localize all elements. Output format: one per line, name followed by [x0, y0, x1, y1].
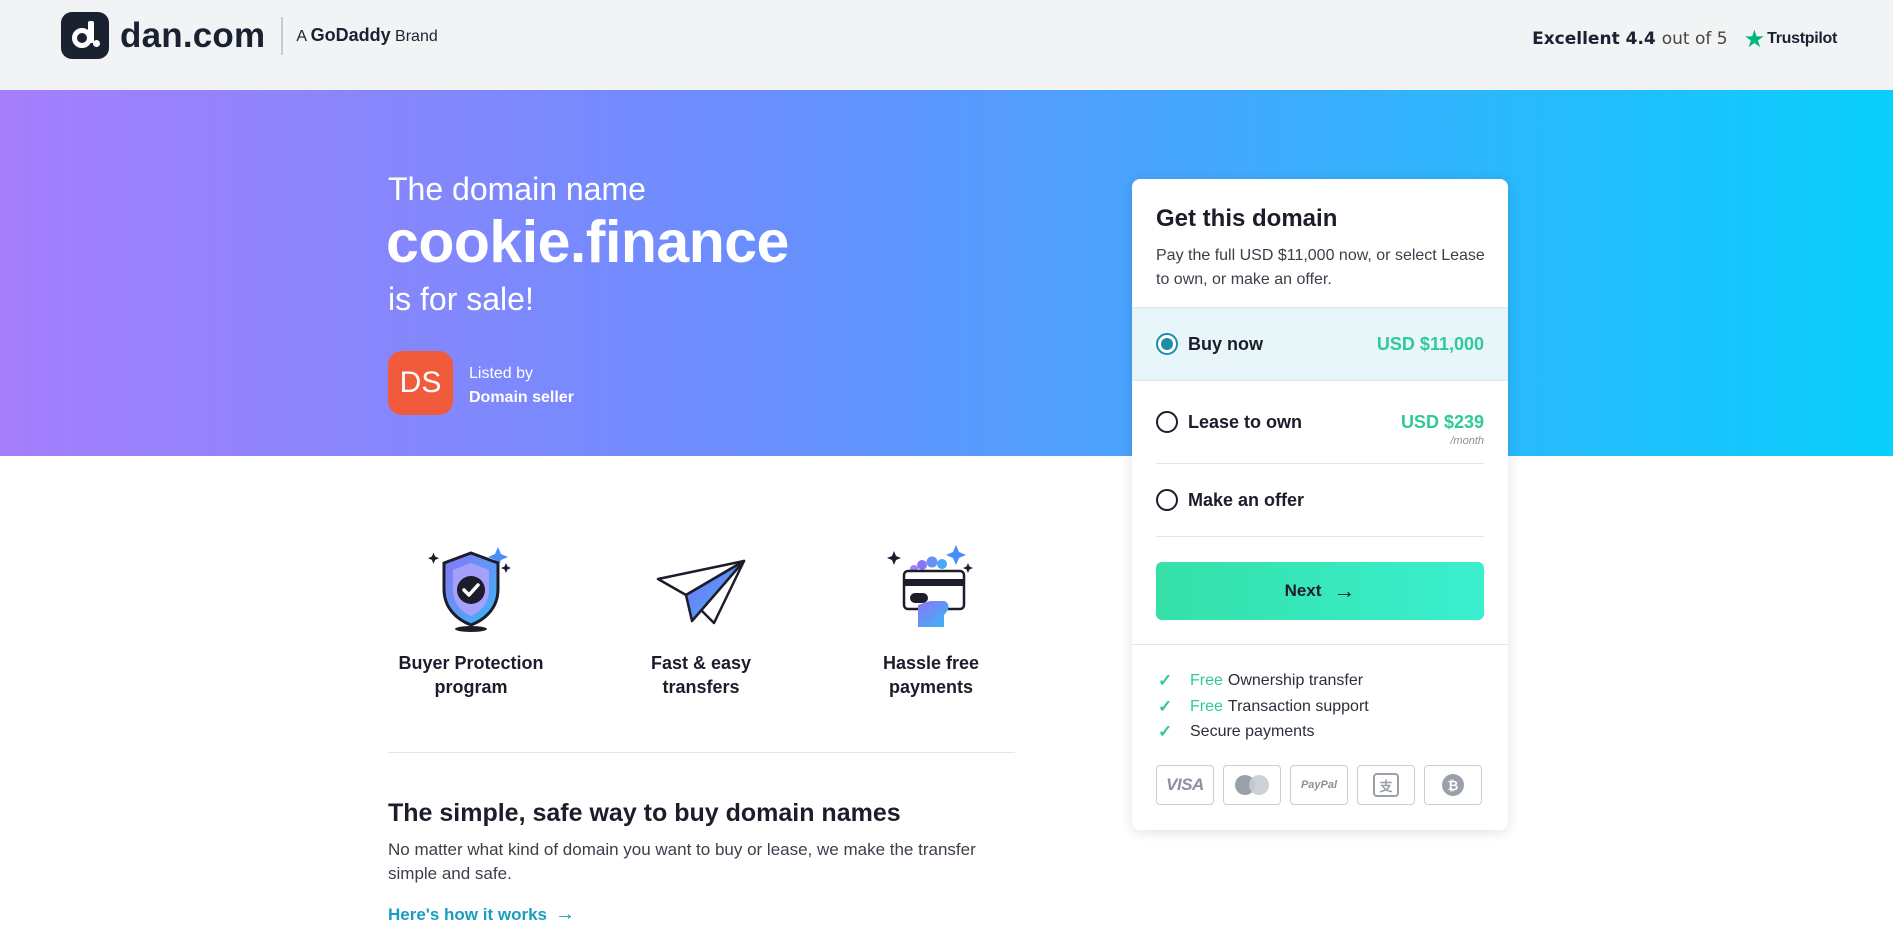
option-period: /month [1450, 435, 1484, 447]
arrow-right-icon: → [554, 903, 575, 925]
shield-check-icon [428, 547, 511, 632]
site-header: dan.com A GoDaddy Brand Excellent 4.4 ou… [0, 0, 1893, 90]
check-icon: ✓ [1158, 697, 1173, 716]
paper-plane-icon [656, 559, 746, 625]
option-make-offer[interactable]: Make an offer [1132, 464, 1508, 534]
purchase-card: Get this domain Pay the full USD $11,000… [1132, 179, 1508, 830]
godaddy-brand: A GoDaddy Brand [296, 25, 438, 45]
perk-secure-payments: ✓ Secure payments [1158, 722, 1315, 741]
feature-label: Fast & easy transfers [650, 653, 752, 697]
check-icon: ✓ [1158, 671, 1173, 690]
seller-avatar: DS [388, 351, 453, 415]
trust-rating-label: Excellent 4.4 [1532, 29, 1656, 49]
trustpilot-star-icon: ★ [1743, 25, 1766, 53]
trustpilot-logo-text: Trustpilot [1767, 30, 1837, 47]
option-price: USD $11,000 [1376, 334, 1484, 354]
card-description: Pay the full USD $11,000 now, or select … [1156, 247, 1485, 288]
alipay-icon: 支 [1357, 765, 1415, 805]
seller-info: Listed by Domain seller [469, 362, 574, 410]
option-price: USD $239 [1400, 412, 1484, 432]
perk-ownership-transfer: ✓ Free Ownership transfer [1158, 671, 1364, 690]
card-payment-icon [887, 545, 973, 627]
logo-text: dan.com [120, 15, 266, 55]
visa-icon: VISA [1156, 765, 1214, 805]
card-divider [1156, 536, 1484, 537]
check-icon: ✓ [1158, 722, 1173, 741]
lease-to-own-radio[interactable] [1156, 411, 1178, 433]
how-it-works-link[interactable]: Here's how it works → [388, 903, 575, 926]
option-name: Lease to own [1188, 412, 1303, 432]
buy-now-radio[interactable] [1156, 333, 1178, 355]
feature-label: Buyer Protection program [398, 653, 544, 697]
mastercard-icon [1223, 765, 1281, 805]
listed-by-label: Listed by [469, 365, 534, 382]
how-it-works-label: Here's how it works [388, 904, 547, 924]
dan-logo[interactable]: dan.com A GoDaddy Brand [61, 12, 438, 59]
option-name: Buy now [1188, 334, 1263, 354]
info-title: The simple, safe way to buy domain names [388, 799, 901, 827]
card-title: Get this domain [1156, 205, 1338, 232]
trust-rating-scale: out of 5 [1661, 29, 1728, 49]
section-divider [388, 752, 1015, 753]
trustpilot-rating[interactable]: Excellent 4.4 out of 5 ★ Trustpilot [1532, 27, 1837, 51]
paypal-icon: PayPal [1290, 765, 1348, 805]
dan-logo-icon [61, 12, 109, 59]
feature-buyer-protection: Buyer Protection program [386, 543, 556, 699]
next-label: Next [1284, 581, 1322, 600]
perk-transaction-support: ✓ Free Transaction support [1158, 697, 1369, 716]
arrow-right-icon: → [1333, 578, 1356, 603]
hero-line2: is for sale! [388, 281, 534, 317]
option-lease-to-own[interactable]: Lease to own USD $239 /month [1132, 381, 1508, 461]
hero-banner: The domain name cookie.finance is for sa… [0, 90, 1893, 456]
bitcoin-icon: ₿ [1424, 765, 1482, 805]
hero-line1: The domain name [388, 171, 646, 207]
seller-name: Domain seller [469, 389, 574, 406]
logo-divider [281, 16, 284, 55]
feature-fast-transfers: Fast & easy transfers [616, 543, 786, 699]
make-offer-radio[interactable] [1156, 489, 1178, 511]
info-description: No matter what kind of domain you want t… [388, 840, 976, 883]
option-name: Make an offer [1188, 490, 1305, 510]
next-button[interactable]: Next → [1156, 562, 1484, 620]
option-buy-now[interactable]: Buy now USD $11,000 [1132, 308, 1508, 380]
feature-hassle-free-payments: Hassle free payments [846, 543, 1016, 699]
card-divider [1132, 644, 1508, 645]
feature-label: Hassle free payments [882, 653, 980, 697]
domain-name: cookie.finance [386, 209, 789, 275]
